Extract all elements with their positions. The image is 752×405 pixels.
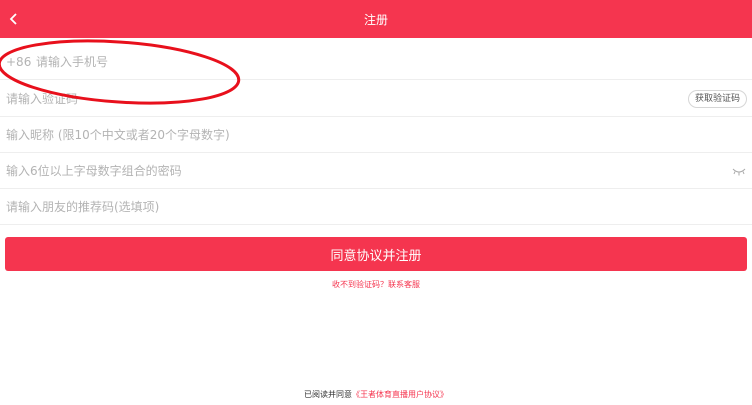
- agreement-prefix: 已阅读并同意: [304, 390, 352, 399]
- nickname-row: [0, 117, 752, 153]
- get-code-button[interactable]: 获取验证码: [687, 90, 747, 108]
- top-bar: 注册: [0, 0, 752, 38]
- password-row: [0, 153, 752, 189]
- eye-closed-icon[interactable]: [732, 167, 746, 177]
- contact-support-link[interactable]: 收不到验证码？联系客服: [0, 279, 752, 290]
- verification-code-input[interactable]: [6, 81, 606, 116]
- phone-row: +86: [0, 44, 752, 80]
- code-row: 获取验证码: [0, 81, 752, 117]
- back-button[interactable]: [2, 7, 26, 31]
- phone-input[interactable]: [36, 44, 636, 79]
- agree-register-button[interactable]: 同意协议并注册: [5, 237, 747, 271]
- nickname-input[interactable]: [6, 117, 686, 152]
- agreement-text: 已阅读并同意《王者体育直播用户协议》: [0, 389, 752, 400]
- chevron-left-icon: [9, 13, 17, 25]
- page-title: 注册: [363, 12, 388, 27]
- country-code[interactable]: +86: [6, 55, 36, 69]
- user-agreement-link[interactable]: 《王者体育直播用户协议》: [352, 390, 448, 399]
- password-input[interactable]: [6, 153, 686, 188]
- referral-row: [0, 189, 752, 225]
- referral-code-input[interactable]: [6, 189, 686, 224]
